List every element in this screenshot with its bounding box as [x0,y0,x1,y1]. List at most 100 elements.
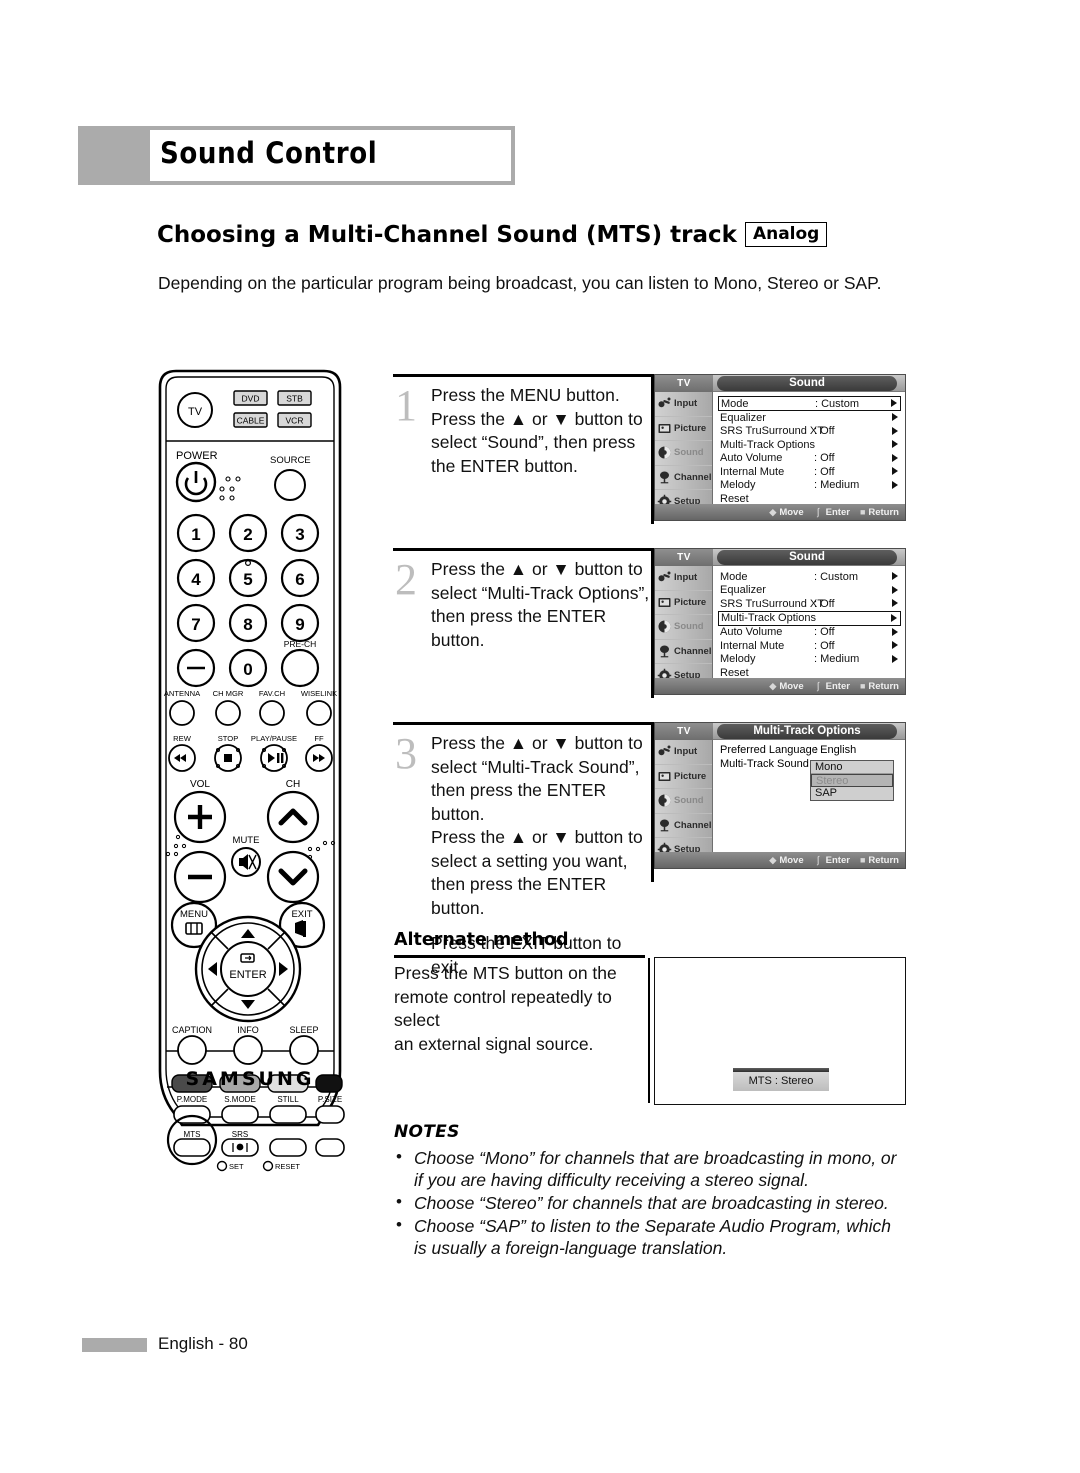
osd-titlebar: TV Sound [655,549,905,566]
osd-sidebar-item-sound[interactable]: Sound [655,615,712,640]
osd-row-equalizer[interactable]: Equalizer [718,411,901,425]
svg-text:CABLE: CABLE [237,416,265,426]
osd-sidebar-item-channel[interactable]: Channel [655,466,712,490]
osd-row-label: Internal Mute [720,465,785,478]
osd-row-internal-mute[interactable]: Internal Mute: Off [718,465,901,479]
return-key-icon: ■ [859,681,866,691]
osd-titlebar: TV Multi-Track Options [655,723,905,740]
analog-badge: Analog [744,222,828,247]
osd-row-auto-volume[interactable]: Auto Volume: Off [718,626,901,640]
step-divider [393,374,651,377]
note-item: Choose “SAP” to listen to the Separate A… [394,1214,906,1259]
osd-sidebar-item-input[interactable]: Input [655,740,712,765]
osd-row-label: Internal Mute [720,639,785,652]
osd-row-melody[interactable]: Melody: Medium [718,653,901,667]
osd-row-mode[interactable]: Mode: Custom [718,570,901,584]
input-icon [658,571,671,582]
osd-footer-enter-label: Enter [825,506,850,518]
osd-sidebar-item-picture[interactable]: Picture [655,591,712,615]
svg-text:8: 8 [243,615,252,634]
step-1-line-4: the ENTER button. [431,455,578,476]
chevron-right-icon [892,453,898,462]
input-icon [658,397,671,408]
section-heading-text: Choosing a Multi-Channel Sound (MTS) tra… [157,222,737,248]
osd-screen-sound-menu-multitrack-selected: TV Sound Input Picture Sound Channel Set… [654,548,906,695]
osd-row-mode[interactable]: Mode: Custom [718,396,901,411]
chevron-right-icon [891,613,897,622]
mts-osd-chip-label: MTS : Stereo [733,1072,829,1091]
osd-row-preferred-language[interactable]: Preferred Language : English [718,744,901,758]
osd-sidebar-item-picture[interactable]: Picture [655,417,712,441]
alternate-line-2: remote control repeatedly to select [394,986,612,1031]
osd-row-label: Mode [721,397,749,410]
alternate-line-1: Press the MTS button on the [394,963,617,983]
osd-screen-sound-menu: TV Sound Input Picture Sound Channel Set… [654,374,906,521]
osd-sidebar-item-channel[interactable]: Channel [655,814,712,838]
enter-key-icon: ⎰ [813,681,823,692]
svg-text:VCR: VCR [286,416,304,426]
osd-sidebar-item-input[interactable]: Input [655,392,712,417]
sound-icon [658,446,671,459]
alternate-method-right-rule [648,958,650,1103]
svg-text:4: 4 [191,570,201,589]
osd-row-label: Equalizer [720,584,766,597]
alternate-method-heading: Alternate method [394,930,569,950]
dropdown-option-sap[interactable]: SAP [811,787,893,800]
channel-icon [660,819,669,832]
chevron-right-icon [892,627,898,636]
svg-text:SET: SET [229,1162,244,1171]
osd-sidebar-item-channel[interactable]: Channel [655,640,712,664]
osd-row-internal-mute[interactable]: Internal Mute: Off [718,639,901,653]
osd-row-melody[interactable]: Melody: Medium [718,479,901,493]
svg-text:RESET: RESET [275,1162,300,1171]
step-2-number: 2 [395,555,417,604]
chevron-right-icon [892,480,898,489]
svg-text:P.SIZE: P.SIZE [318,1095,342,1104]
multitrack-sound-dropdown[interactable]: Mono Stereo SAP [810,760,894,801]
osd-row-value: : Off [814,452,835,465]
osd-row-multitrack-options[interactable]: Multi-Track Options [718,438,901,452]
osd-row-multitrack-options[interactable]: Multi-Track Options [718,610,901,626]
osd-footer-return: ■ Return [860,507,899,518]
osd-sidebar-item-sound[interactable]: Sound [655,441,712,466]
osd-sidebar-item-picture[interactable]: Picture [655,765,712,789]
osd-footer-return-label: Return [868,506,899,518]
osd-row-equalizer[interactable]: Equalizer [718,584,901,598]
svg-text:STB: STB [286,394,303,404]
chevron-right-icon [892,426,898,435]
osd-row-label: Auto Volume [720,626,783,639]
dropdown-option-stereo[interactable]: Stereo [811,774,893,787]
osd-sidebar-item-sound[interactable]: Sound [655,789,712,814]
osd-footer-move-label: Move [779,680,804,692]
updown-arrow-icon: ◆ [769,854,777,865]
osd-sidebar-label: Channel [674,819,712,831]
osd-row-value: : Custom [814,570,859,583]
svg-text:ANTENNA: ANTENNA [164,689,201,698]
osd-row-auto-volume[interactable]: Auto Volume: Off [718,452,901,466]
osd-footer-return-label: Return [868,854,899,866]
return-key-icon: ■ [859,855,866,865]
osd-title: Multi-Track Options [717,724,897,739]
osd-footer: ◆ Move ⎰ Enter ■ Return [655,504,905,520]
chevron-right-icon [892,572,898,580]
osd-row-srs[interactable]: SRS TruSurround XT: Off [718,597,901,611]
osd-footer-move: ◆ Move [769,855,803,866]
osd-sidebar-label: Input [674,746,698,758]
svg-text:FF: FF [314,734,324,743]
osd-footer-move: ◆ Move [769,507,803,518]
osd-row-srs[interactable]: SRS TruSurround XT: Off [718,425,901,439]
svg-text:9: 9 [295,615,304,634]
dropdown-option-mono[interactable]: Mono [811,761,893,774]
osd-row-label: SRS TruSurround XT [720,597,824,610]
manual-page: Sound Control Choosing a Multi-Channel S… [0,0,1080,1473]
notes-list: Choose “Mono” for channels that are broa… [394,1146,906,1260]
step-3-line-5: select a setting you want, [431,850,628,871]
osd-sidebar-item-input[interactable]: Input [655,566,712,591]
svg-text:TV: TV [188,406,203,418]
footer-gray-bar [82,1338,147,1352]
return-key-icon: ■ [859,507,866,517]
osd-footer-enter-label: Enter [825,854,850,866]
osd-tv-label: TV [655,549,713,566]
osd-row-label: Melody [720,479,756,492]
step-1-number: 1 [395,381,417,430]
